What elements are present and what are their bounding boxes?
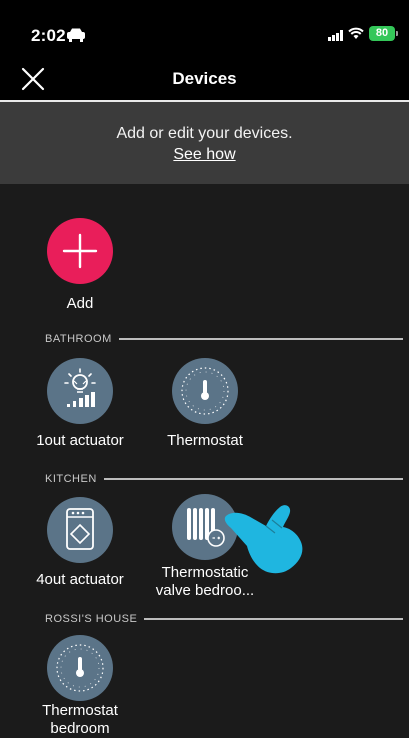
device-label: Thermostat — [167, 432, 243, 449]
page-title: Devices — [172, 69, 237, 88]
device-thermostat-bedroom[interactable]: Thermostat bedroom — [0, 632, 160, 737]
thermostat-icon — [47, 635, 113, 701]
light-actuator-icon — [47, 358, 113, 424]
section-title: BATHROOM — [45, 333, 112, 345]
section-header-bathroom: BATHROOM — [45, 332, 409, 346]
section-divider — [118, 338, 403, 340]
section-divider — [144, 618, 403, 620]
device-thermostat[interactable]: Thermostat — [135, 355, 275, 455]
info-banner: Add or edit your devices. See how — [0, 102, 409, 184]
pointing-hand-icon — [224, 505, 303, 574]
status-bar: 2:02 80 — [0, 0, 409, 56]
cell-signal-icon — [328, 30, 343, 41]
section-header-rossis-house: ROSSI'S HOUSE — [45, 612, 409, 626]
section-divider — [103, 478, 403, 480]
device-label: 1out actuator — [36, 432, 124, 449]
device-label: 4out actuator — [36, 571, 124, 588]
carplay-icon — [67, 28, 85, 42]
device-label-line1: Thermostat — [42, 702, 118, 719]
device-label-line2: valve bedroo... — [155, 582, 255, 599]
see-how-link[interactable]: See how — [173, 146, 235, 164]
add-label: Add — [66, 295, 94, 312]
add-device-button[interactable] — [47, 218, 113, 284]
section-header-kitchen: KITCHEN — [45, 472, 409, 486]
banner-text: Add or edit your devices. — [116, 125, 293, 142]
device-label-line2: bedroom — [50, 720, 110, 737]
nav-bar: Devices — [0, 56, 409, 102]
plus-icon — [62, 233, 98, 269]
section-title: ROSSI'S HOUSE — [45, 613, 138, 625]
actuator-box-icon — [47, 497, 113, 563]
wifi-icon — [348, 27, 364, 39]
battery-icon: 80 — [369, 26, 398, 41]
section-title: KITCHEN — [45, 473, 97, 485]
thermostat-icon — [172, 358, 238, 424]
status-time: 2:02 — [31, 26, 66, 45]
